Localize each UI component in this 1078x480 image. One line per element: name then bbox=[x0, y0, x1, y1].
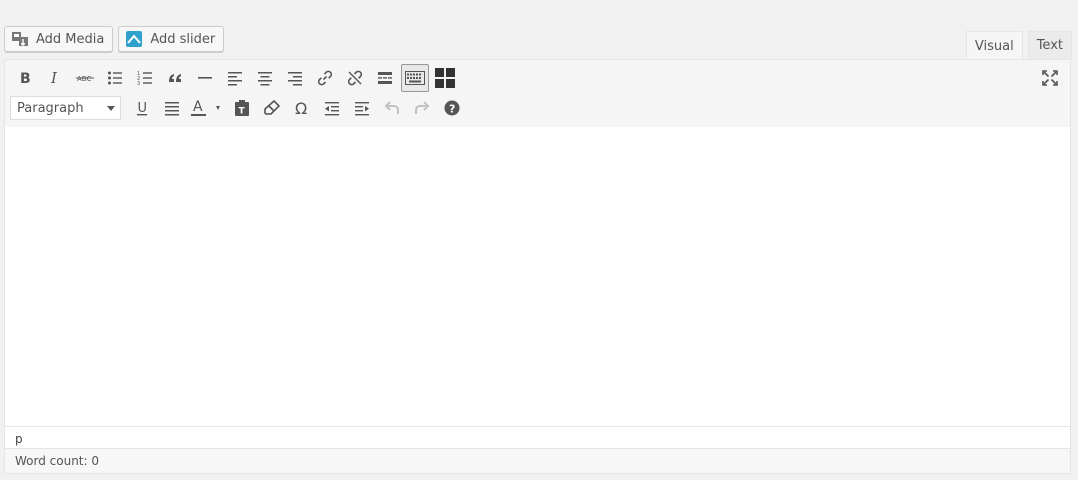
format-select[interactable]: Paragraph bbox=[10, 96, 121, 120]
svg-text:B: B bbox=[20, 71, 31, 86]
paste-as-text-icon[interactable]: T bbox=[227, 94, 257, 122]
strikethrough-icon[interactable]: ABC bbox=[70, 64, 100, 92]
media-buttons: Add Media Add slider bbox=[4, 26, 225, 52]
special-character-icon[interactable]: Ω bbox=[287, 94, 317, 122]
undo-icon[interactable] bbox=[377, 94, 407, 122]
svg-text:A: A bbox=[193, 99, 203, 115]
add-media-label: Add Media bbox=[36, 31, 105, 47]
add-media-button[interactable]: Add Media bbox=[4, 26, 114, 52]
help-icon[interactable]: ? bbox=[437, 94, 467, 122]
read-more-icon[interactable] bbox=[370, 64, 400, 92]
tab-text[interactable]: Text bbox=[1027, 31, 1072, 59]
align-center-icon[interactable] bbox=[250, 64, 280, 92]
redo-icon[interactable] bbox=[407, 94, 437, 122]
italic-icon[interactable]: I bbox=[40, 64, 70, 92]
format-select-value: Paragraph bbox=[17, 100, 84, 116]
svg-text:?: ? bbox=[449, 103, 455, 116]
add-slider-label: Add slider bbox=[150, 31, 216, 47]
justify-icon[interactable] bbox=[157, 94, 187, 122]
svg-text:I: I bbox=[50, 70, 58, 86]
add-media-icon bbox=[11, 30, 29, 48]
editor-content-area[interactable] bbox=[5, 127, 1070, 426]
bold-icon[interactable]: B bbox=[10, 64, 40, 92]
svg-text:Ω: Ω bbox=[295, 100, 307, 116]
clear-formatting-icon[interactable] bbox=[257, 94, 287, 122]
word-count: Word count: 0 bbox=[5, 448, 1070, 473]
horizontal-rule-icon[interactable] bbox=[190, 64, 220, 92]
svg-text:ABC: ABC bbox=[77, 75, 91, 83]
tab-visual[interactable]: Visual bbox=[965, 31, 1023, 60]
numbered-list-icon[interactable]: 123 bbox=[130, 64, 160, 92]
editor-toolbar: B I ABC 123 Paragraph U A T Ω ? bbox=[5, 60, 1070, 128]
svg-text:T: T bbox=[239, 107, 246, 117]
text-color-icon[interactable]: A bbox=[187, 94, 227, 122]
editor: B I ABC 123 Paragraph U A T Ω ? p Word c… bbox=[4, 59, 1071, 474]
slider-icon bbox=[125, 30, 143, 48]
blockquote-icon[interactable] bbox=[160, 64, 190, 92]
toolbar-toggle-icon[interactable] bbox=[401, 64, 429, 92]
add-slider-button[interactable]: Add slider bbox=[118, 26, 225, 52]
svg-text:U: U bbox=[138, 101, 148, 116]
insert-link-icon[interactable] bbox=[310, 64, 340, 92]
remove-link-icon[interactable] bbox=[340, 64, 370, 92]
toolbar-row-2: Paragraph U A T Ω ? bbox=[10, 94, 467, 122]
indent-icon[interactable] bbox=[347, 94, 377, 122]
bulleted-list-icon[interactable] bbox=[100, 64, 130, 92]
fullscreen-icon[interactable] bbox=[1035, 64, 1065, 92]
toolbar-row-1: B I ABC 123 bbox=[10, 64, 460, 92]
editor-tabs: Visual Text bbox=[965, 31, 1072, 60]
align-left-icon[interactable] bbox=[220, 64, 250, 92]
element-path[interactable]: p bbox=[5, 426, 1070, 448]
svg-text:3: 3 bbox=[137, 81, 140, 86]
outdent-icon[interactable] bbox=[317, 94, 347, 122]
align-right-icon[interactable] bbox=[280, 64, 310, 92]
slider-grid-icon[interactable] bbox=[430, 64, 460, 92]
underline-icon[interactable]: U bbox=[127, 94, 157, 122]
chevron-down-icon bbox=[107, 105, 115, 111]
